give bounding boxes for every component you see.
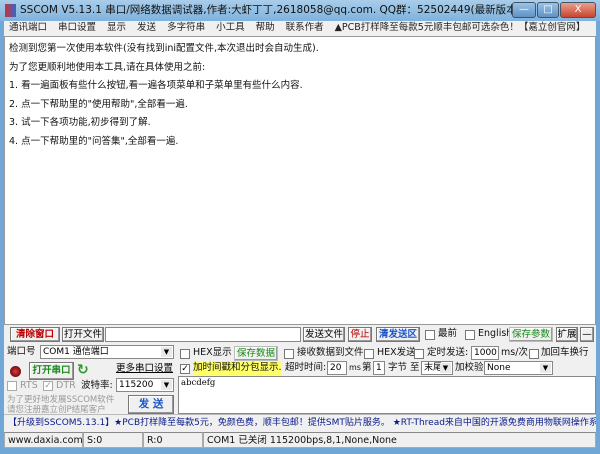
english-label: English — [478, 328, 513, 339]
timestamp-label: 加时间戳和分包显示. — [193, 361, 282, 375]
port-label: 端口号 — [7, 346, 36, 357]
add-crlf-label: 加回车换行 — [541, 347, 589, 358]
port-status-led — [10, 366, 21, 377]
output-line: 检测到您第一次使用本软件(没有找到ini配置文件,本次退出时会自动生成). — [9, 43, 319, 54]
timed-send-label: 定时发送: — [427, 347, 469, 358]
status-site[interactable]: www.daxia.com — [4, 432, 83, 448]
collapse-button[interactable]: — — [580, 327, 594, 342]
menu-bar: 通讯端口 串口设置 显示 发送 多字符串 小工具 帮助 联系作者 ▲PCB打样降… — [4, 21, 596, 35]
checksum-label: 加校验 — [455, 362, 484, 373]
receive-output[interactable]: 检测到您第一次使用本软件(没有找到ini配置文件,本次退出时会自动生成). 为了… — [4, 36, 596, 325]
hex-display-label: HEX显示 — [193, 347, 232, 358]
clear-window-button[interactable]: 清除窗口 — [10, 327, 60, 342]
baud-label: 波特率: — [81, 380, 113, 391]
more-port-settings-link[interactable]: 更多串口设置 — [115, 362, 174, 377]
status-bar: www.daxia.com S:0 R:0 COM1 已关闭 115200bps… — [4, 432, 596, 448]
dtr-checkbox[interactable]: ✓ — [43, 381, 53, 391]
timed-send-checkbox[interactable] — [414, 349, 424, 359]
status-sent-count: S:0 — [83, 432, 143, 448]
chevron-down-icon: ▼ — [161, 347, 172, 357]
stop-button[interactable]: 停止 — [348, 327, 372, 342]
baud-select[interactable]: 115200 ▼ — [116, 378, 174, 392]
timeout-unit: ms — [349, 363, 361, 372]
chevron-down-icon: ▼ — [540, 363, 551, 373]
open-port-button[interactable]: 打开串口 — [29, 362, 74, 380]
maximize-button[interactable]: □ — [537, 2, 559, 18]
hex-display-checkbox[interactable] — [180, 349, 190, 359]
interval-input[interactable]: 1000 — [471, 346, 499, 360]
ad-ticker[interactable]: 【升级到SSCOM5.13.1】★PCB打样降至每款5元，免颜色费，顺丰包邮！提… — [4, 414, 596, 430]
add-crlf-checkbox[interactable] — [529, 349, 539, 359]
topmost-checkbox[interactable] — [425, 330, 435, 340]
output-line: 1. 看一遍面板有些什么按钮,看一遍各项菜单和子菜单里有些什么内容. — [9, 80, 303, 91]
clear-send-button[interactable]: 清发送区 — [376, 327, 420, 342]
timeout-input[interactable]: 20 — [327, 361, 347, 375]
output-line: 2. 点一下帮助里的"使用帮助",全部看一遍. — [9, 98, 188, 110]
chevron-down-icon: ▼ — [440, 363, 451, 373]
promo-text[interactable]: 为了更好地发展SSCOM软件 请您注册嘉立创P结尾客户 — [7, 395, 114, 415]
menu-help[interactable]: 帮助 — [256, 21, 275, 35]
byte-to-select[interactable]: 末尾 ▼ — [421, 361, 453, 375]
menu-comm-port[interactable]: 通讯端口 — [9, 21, 47, 35]
status-port-state: COM1 已关闭 115200bps,8,1,None,None — [203, 432, 596, 448]
checksum-value: None — [487, 363, 511, 373]
hex-send-checkbox[interactable] — [364, 349, 374, 359]
dtr-label: DTR — [56, 380, 76, 391]
topmost-label: 最前 — [438, 328, 458, 339]
output-line: 为了您更顺利地使用本工具,请在具体使用之前: — [9, 61, 206, 73]
save-params-button[interactable]: 保存参数 — [509, 327, 553, 342]
send-input[interactable]: abcdefg — [178, 376, 596, 414]
port-select[interactable]: COM1 通信端口 ▼ — [40, 345, 174, 359]
recv-to-file-label: 接收数据到文件 — [297, 347, 364, 358]
recv-to-file-checkbox[interactable] — [284, 349, 294, 359]
menu-send[interactable]: 发送 — [137, 21, 156, 35]
byte-to-label: 字节 至 — [388, 362, 420, 373]
app-icon — [5, 4, 16, 17]
status-recv-count: R:0 — [143, 432, 203, 448]
menu-ad-link[interactable]: ▲PCB打样降至每款5元顺丰包邮可选杂色！【嘉立创官网】 — [335, 21, 586, 35]
open-file-button[interactable]: 打开文件 — [62, 327, 104, 342]
timestamp-checkbox[interactable]: ✓ — [180, 364, 190, 374]
minimize-button[interactable]: — — [512, 2, 536, 18]
hex-send-label: HEX发送 — [377, 347, 416, 358]
send-file-button[interactable]: 发送文件 — [303, 327, 345, 342]
english-checkbox[interactable] — [465, 330, 475, 340]
menu-contact[interactable]: 联系作者 — [286, 21, 324, 35]
send-button[interactable]: 发 送 — [128, 395, 174, 414]
rts-label: RTS — [20, 380, 38, 391]
byte-from-label: 第 — [362, 362, 372, 373]
output-line: 4. 点一下帮助里的"问答集",全部看一遍. — [9, 135, 179, 147]
menu-tools[interactable]: 小工具 — [216, 21, 245, 35]
menu-multi-string[interactable]: 多字符串 — [167, 21, 205, 35]
close-button[interactable]: X — [560, 2, 596, 18]
title-bar: SSCOM V5.13.1 串口/网络数据调试器,作者:大虾丁丁,2618058… — [0, 0, 600, 21]
save-data-button[interactable]: 保存数据 — [234, 346, 278, 361]
port-value: COM1 通信端口 — [43, 347, 109, 357]
byte-from-input[interactable]: 1 — [373, 361, 385, 375]
file-path-input[interactable] — [105, 327, 301, 342]
window-title: SSCOM V5.13.1 串口/网络数据调试器,作者:大虾丁丁,2618058… — [20, 4, 521, 16]
chevron-down-icon: ▼ — [161, 380, 172, 390]
menu-display[interactable]: 显示 — [107, 21, 126, 35]
expand-button[interactable]: 扩展 — [556, 327, 578, 342]
menu-port-settings[interactable]: 串口设置 — [58, 21, 96, 35]
baud-value: 115200 — [119, 380, 154, 390]
timeout-label: 超时时间: — [285, 362, 327, 373]
interval-unit: ms/次 — [501, 347, 528, 358]
rts-checkbox[interactable] — [7, 381, 17, 391]
refresh-icon[interactable]: ↻ — [77, 362, 89, 378]
checksum-select[interactable]: None ▼ — [484, 361, 553, 375]
output-line: 3. 试一下各项功能,初步得到了解. — [9, 117, 151, 128]
